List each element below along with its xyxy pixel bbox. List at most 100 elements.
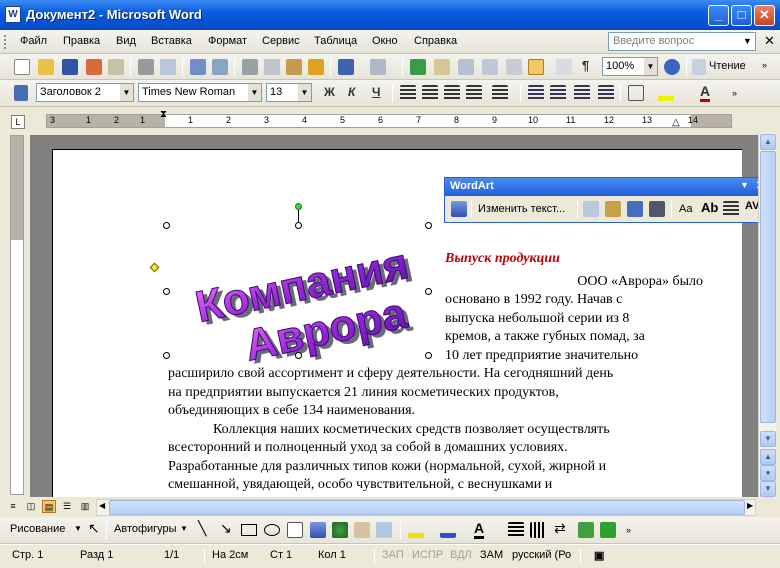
rotate-handle[interactable] xyxy=(295,203,302,210)
decrease-indent-icon[interactable] xyxy=(574,85,590,101)
drawing-icon[interactable] xyxy=(528,59,544,75)
status-language[interactable]: русский (Ро xyxy=(512,549,571,561)
reading-view-icon[interactable]: ▥ xyxy=(78,500,92,513)
textbox-tool-icon[interactable] xyxy=(287,522,303,538)
font-select[interactable]: Times New Roman ▼ xyxy=(138,83,262,102)
scroll-up-button[interactable]: ▲ xyxy=(760,134,776,150)
help-icon[interactable] xyxy=(664,59,680,75)
scroll-down-button[interactable]: ▼ xyxy=(760,431,776,447)
status-rec[interactable]: ЗАП xyxy=(382,549,404,561)
edit-text-button[interactable]: Изменить текст... xyxy=(478,203,565,215)
spelling-status-icon[interactable]: ▣ xyxy=(594,549,604,562)
wordart-alignment-icon[interactable] xyxy=(723,201,739,217)
menu-window[interactable]: Окно xyxy=(372,35,398,47)
wordart-shape-icon[interactable] xyxy=(627,201,643,217)
read-mode-icon[interactable] xyxy=(692,59,706,75)
line-color-icon[interactable] xyxy=(440,522,456,538)
resize-handle-b[interactable] xyxy=(295,352,302,359)
wordart-gallery-icon[interactable] xyxy=(583,201,599,217)
styles-pane-icon[interactable] xyxy=(14,85,28,101)
toolbar-options-icon-3[interactable]: » xyxy=(626,525,631,535)
status-extend[interactable]: ВДЛ xyxy=(450,549,472,561)
arrow-tool-icon[interactable]: ↘ xyxy=(220,520,232,537)
spelling-icon[interactable] xyxy=(190,59,206,75)
status-track[interactable]: ИСПР xyxy=(412,549,443,561)
ask-question-input[interactable]: Введите вопрос xyxy=(608,32,756,51)
resize-handle-bl[interactable] xyxy=(163,352,170,359)
vertical-text-icon[interactable]: Ab xyxy=(701,200,718,215)
format-painter-icon[interactable] xyxy=(308,59,324,75)
word-app-icon[interactable]: W xyxy=(5,6,21,23)
numbering-icon[interactable] xyxy=(528,85,544,101)
next-page-button[interactable]: ▼ xyxy=(760,481,776,497)
arrow-style-icon[interactable]: ⇄ xyxy=(554,520,566,537)
insert-excel-icon[interactable] xyxy=(482,59,498,75)
increase-indent-icon[interactable] xyxy=(598,85,614,101)
character-spacing-icon[interactable]: AV xyxy=(745,200,758,212)
3d-style-icon[interactable] xyxy=(600,522,616,538)
italic-button[interactable]: К xyxy=(348,85,355,99)
select-browse-object-button[interactable]: ● xyxy=(760,465,776,481)
cut-icon[interactable] xyxy=(242,59,258,75)
vertical-ruler[interactable] xyxy=(10,135,24,495)
format-wordart-icon[interactable] xyxy=(605,201,621,217)
clipart-icon[interactable] xyxy=(354,522,370,538)
same-height-icon[interactable]: Aa xyxy=(679,203,692,215)
save-icon[interactable] xyxy=(62,59,78,75)
right-indent-marker-icon[interactable]: △ xyxy=(672,117,680,128)
menu-table[interactable]: Таблица xyxy=(314,35,357,47)
align-right-icon[interactable] xyxy=(444,85,460,101)
status-overtype[interactable]: ЗАМ xyxy=(480,549,503,561)
vertical-scrollbar[interactable]: ▲ ▼ ▲ ● ▼ xyxy=(758,133,776,497)
menu-insert[interactable]: Вставка xyxy=(151,35,192,47)
hyperlink-icon[interactable] xyxy=(410,59,426,75)
line-style-icon[interactable] xyxy=(508,522,524,538)
toolbar-dropdown-icon[interactable]: ▼ xyxy=(740,180,749,190)
shadow-style-icon[interactable] xyxy=(578,522,594,538)
new-document-icon[interactable] xyxy=(14,59,30,75)
horizontal-scrollbar[interactable]: ◀ ▶ xyxy=(96,499,756,516)
style-select[interactable]: Заголовок 2 ▼ xyxy=(36,83,134,102)
align-center-icon[interactable] xyxy=(422,85,438,101)
align-left-icon[interactable] xyxy=(400,85,416,101)
maximize-button[interactable]: □ xyxy=(731,5,752,26)
bold-button[interactable]: Ж xyxy=(324,85,335,99)
open-folder-icon[interactable] xyxy=(38,59,54,75)
indent-marker-icon[interactable]: ⧗ xyxy=(160,109,167,120)
document-map-icon[interactable] xyxy=(556,59,572,75)
scroll-left-icon[interactable]: ◀ xyxy=(99,501,105,510)
show-formatting-icon[interactable]: ¶ xyxy=(582,58,589,73)
tables-borders-icon[interactable] xyxy=(434,59,450,75)
outline-view-icon[interactable]: ☰ xyxy=(60,500,74,513)
fill-color-icon[interactable] xyxy=(408,522,424,538)
horizontal-ruler[interactable]: L 3 1 2 1 1 2 3 4 5 6 7 8 9 10 11 12 13 … xyxy=(0,107,780,133)
diagram-icon[interactable] xyxy=(332,522,348,538)
rectangle-tool-icon[interactable] xyxy=(241,524,257,536)
minimize-button[interactable]: _ xyxy=(708,5,729,26)
select-objects-icon[interactable]: ↖ xyxy=(88,520,100,537)
toolbar-options-icon[interactable]: » xyxy=(762,60,767,70)
insert-wordart-icon-2[interactable] xyxy=(310,522,326,538)
wordart-object[interactable]: Компания Компания Аврора Аврора xyxy=(183,228,463,368)
text-wrapping-icon[interactable] xyxy=(649,201,665,217)
print-preview-icon[interactable] xyxy=(160,59,176,75)
web-view-icon[interactable]: ◫ xyxy=(24,500,38,513)
toolbar-options-icon-2[interactable]: » xyxy=(732,88,737,98)
zoom-select[interactable]: 100% ▼ xyxy=(602,57,658,76)
menu-help[interactable]: Справка xyxy=(414,35,457,47)
menu-view[interactable]: Вид xyxy=(116,35,136,47)
font-size-select[interactable]: 13 ▼ xyxy=(266,83,312,102)
wordart-toolbar-title-bar[interactable]: WordArt ▼ ✕ xyxy=(445,178,758,196)
print-icon[interactable] xyxy=(138,59,154,75)
menu-edit[interactable]: Правка xyxy=(63,35,100,47)
normal-view-icon[interactable]: ≡ xyxy=(6,500,20,513)
resize-handle-l[interactable] xyxy=(163,288,170,295)
close-document-icon[interactable]: ✕ xyxy=(764,33,775,49)
previous-page-button[interactable]: ▲ xyxy=(760,449,776,465)
document-page[interactable]: Компания Компания Аврора Аврора Выпуск п… xyxy=(52,149,758,497)
permission-icon[interactable] xyxy=(86,59,102,75)
redo-icon[interactable] xyxy=(370,59,386,75)
resize-handle-br[interactable] xyxy=(425,352,432,359)
font-color-icon[interactable]: A xyxy=(700,83,711,102)
bullets-icon[interactable] xyxy=(550,85,566,101)
